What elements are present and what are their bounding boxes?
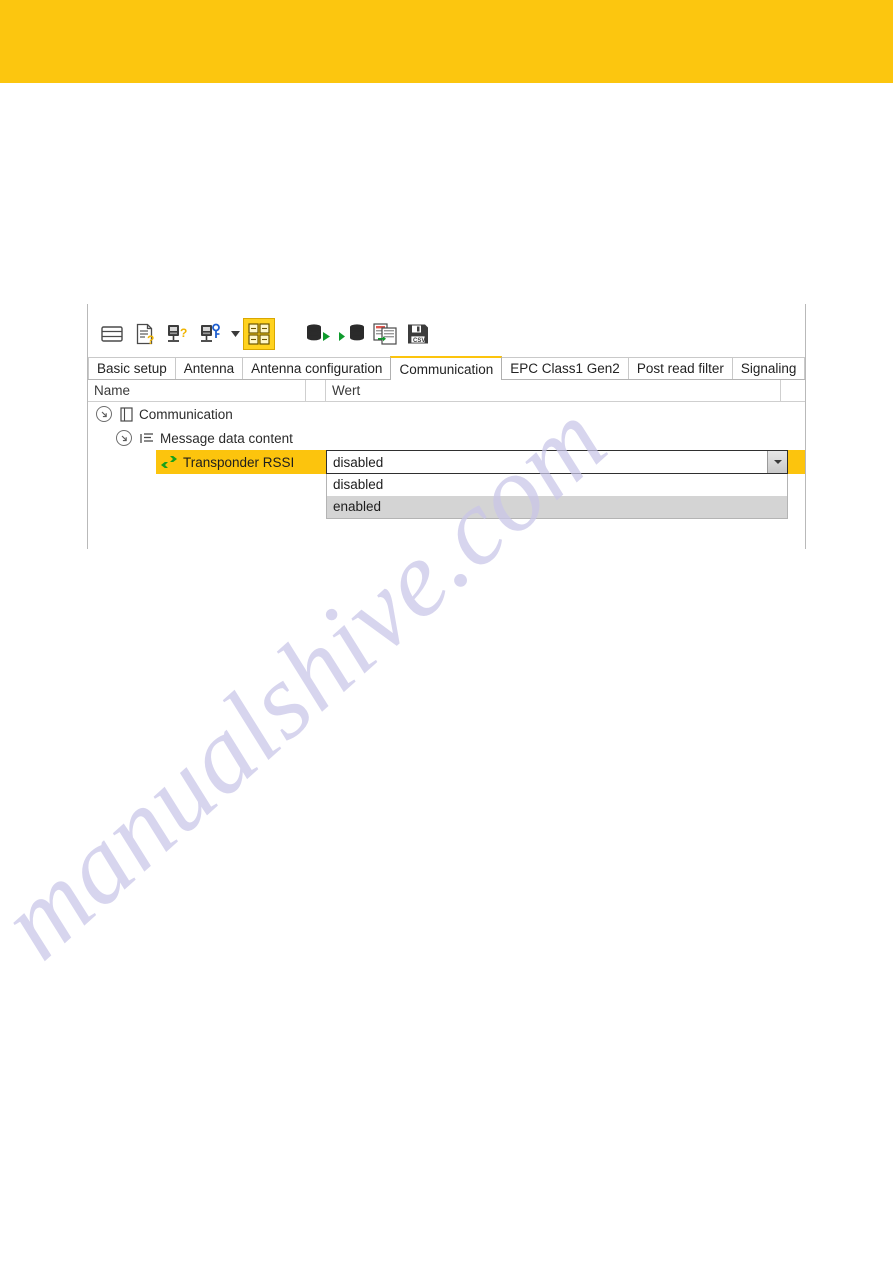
svg-text:?: ? — [147, 333, 154, 345]
tab-antenna-configuration[interactable]: Antenna configuration — [242, 357, 392, 379]
column-header-spacer[interactable] — [306, 380, 326, 401]
tab-epc-class1-gen2[interactable]: EPC Class1 Gen2 — [501, 357, 629, 379]
save-csv-icon[interactable]: CSV — [403, 317, 433, 351]
tree-label: Transponder RSSI — [183, 454, 295, 470]
tab-basic-setup[interactable]: Basic setup — [88, 357, 176, 379]
combobox-value: disabled — [333, 454, 384, 470]
tree-row-message-data-content[interactable]: Message data content — [116, 426, 293, 450]
write-to-device-icon[interactable] — [337, 317, 367, 351]
grid-header: Name Wert — [88, 380, 805, 402]
tab-post-read-filter[interactable]: Post read filter — [627, 357, 733, 379]
list-icon — [140, 432, 154, 445]
rfid-parameter-panel: ? ? CSV Basic setup Antenna Antenna conf… — [87, 304, 806, 549]
panel-right-border — [805, 304, 806, 549]
transponder-rssi-dropdown-list: disabled enabled — [326, 474, 788, 519]
svg-text:CSV: CSV — [413, 338, 425, 344]
tabstrip: Basic setup Antenna Antenna configuratio… — [88, 356, 806, 380]
toolbar: ? ? CSV — [97, 312, 436, 356]
tab-communication[interactable]: Communication — [390, 356, 503, 380]
book-icon — [120, 406, 133, 422]
selected-row-highlight-tail — [788, 450, 805, 474]
transponder-rssi-combobox[interactable]: disabled — [326, 450, 788, 474]
tree-label: Message data content — [160, 430, 293, 446]
copy-parameters-icon[interactable] — [370, 317, 400, 351]
tab-signaling[interactable]: Signaling — [731, 357, 806, 379]
grid-body: Communication Message data content Trans… — [88, 402, 805, 548]
collapse-expander-icon[interactable] — [96, 406, 112, 422]
device-list-icon[interactable] — [97, 317, 127, 351]
tree-row-communication[interactable]: Communication — [96, 402, 233, 426]
column-header-name[interactable]: Name — [88, 380, 306, 401]
document-question-icon[interactable]: ? — [130, 317, 160, 351]
exchange-arrows-icon — [161, 455, 177, 469]
parameter-grid-icon[interactable] — [243, 318, 275, 350]
tab-antenna[interactable]: Antenna — [174, 357, 244, 379]
tree-row-transponder-rssi[interactable]: Transponder RSSI — [156, 450, 326, 474]
chevron-down-icon[interactable] — [767, 451, 787, 473]
read-from-device-icon[interactable] — [304, 317, 334, 351]
device-key-icon[interactable] — [196, 317, 226, 351]
dropdown-option-enabled[interactable]: enabled — [327, 496, 787, 518]
tree-label: Communication — [139, 406, 233, 422]
collapse-expander-icon[interactable] — [116, 430, 132, 446]
column-header-value[interactable]: Wert — [326, 380, 781, 401]
column-header-tail[interactable] — [781, 380, 805, 401]
device-question-icon[interactable]: ? — [163, 317, 193, 351]
dropdown-caret-icon[interactable] — [229, 317, 241, 351]
svg-text:?: ? — [180, 326, 187, 340]
dropdown-option-disabled[interactable]: disabled — [327, 474, 787, 496]
brand-header-band — [0, 0, 893, 83]
